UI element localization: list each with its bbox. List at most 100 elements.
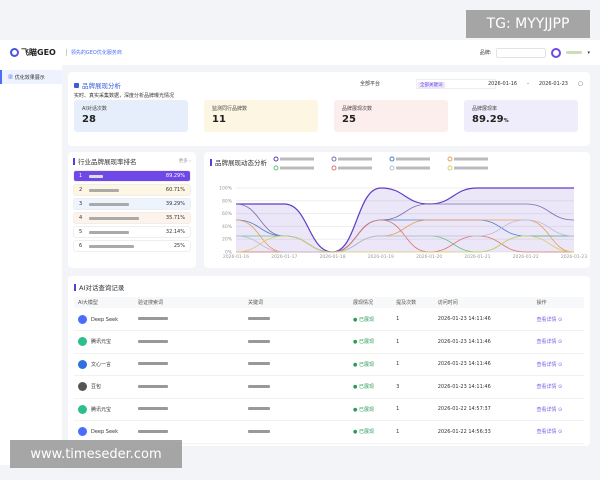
rank-number: 3 (79, 201, 83, 207)
calendar-icon[interactable]: ▢ (578, 81, 583, 87)
y-tick-label: 20% (222, 237, 233, 243)
mention-count: 1 (392, 330, 434, 354)
kpi-card: 品牌展现次数 25 (334, 100, 448, 132)
table-row: 腾讯元宝 ● 已展现 1 2026-01-22 14:57:37 查看详情 ⊙ (74, 398, 584, 421)
keyword (248, 317, 270, 320)
x-tick-label: 2026-01-22 (513, 254, 539, 260)
column-header: 提及次数 (392, 297, 434, 308)
rank-percent: 60.71% (165, 187, 185, 193)
search-term (138, 362, 168, 366)
brand-label: 品牌: (479, 50, 492, 56)
rank-percent: 35.71% (165, 215, 185, 221)
ranking-row[interactable]: 4 35.71% (73, 212, 191, 224)
search-term (138, 317, 168, 320)
mention-count: 1 (392, 420, 434, 444)
search-term (138, 429, 168, 433)
legend-label[interactable] (396, 166, 430, 170)
ranking-row[interactable]: 1 89.29% (73, 170, 191, 182)
legend-label[interactable] (396, 157, 430, 161)
kpi-card: 监测同行品牌数 11 (204, 100, 318, 132)
table-row: Deep Seek ● 已展现 1 2026-01-23 14:11:46 查看详情 ⊙ (74, 308, 584, 331)
status-badge: ● 已展现 (349, 375, 393, 399)
avatar[interactable] (551, 47, 562, 58)
records-table: AI大模型 验证搜索词 关键词 展现情况 提及次数 访问时间 操作 Deep Seek ● 已展… (74, 297, 584, 444)
view-details-link[interactable]: 查看详情 ⊙ (532, 353, 584, 376)
header-subtitle: 领先的GEO优化服务商 (65, 49, 122, 56)
model-name: 腾讯元宝 (91, 406, 112, 413)
legend-marker[interactable] (447, 165, 453, 171)
view-details-link[interactable]: 查看详情 ⊙ (532, 420, 584, 444)
model-logo-icon (78, 359, 87, 369)
kpi-value: 89.29 (472, 114, 504, 125)
legend-marker[interactable] (331, 165, 337, 171)
keyword-tag[interactable]: 全部关键词 (418, 82, 445, 89)
status-badge: ● 已展现 (349, 330, 393, 354)
legend-label[interactable] (338, 166, 372, 170)
chart-title: 品牌展现动态分析 (215, 159, 267, 167)
sidebar: ▥ 优化效果展示 (0, 65, 62, 465)
logo: 飞瞄GEO (10, 47, 56, 58)
status-badge: ● 已展现 (349, 353, 393, 376)
view-details-link[interactable]: 查看详情 ⊙ (532, 308, 584, 331)
y-tick-label: 40% (222, 224, 233, 230)
mention-count: 1 (392, 398, 434, 421)
model-name: Deep Seek (91, 429, 118, 436)
view-details-link[interactable]: 查看详情 ⊙ (532, 375, 584, 399)
legend-label[interactable] (454, 166, 488, 170)
column-header: 访问时间 (433, 297, 533, 308)
table-row: 腾讯元宝 ● 已展现 1 2026-01-23 14:11:46 查看详情 ⊙ (74, 330, 584, 354)
x-tick-label: 2026-01-16 (223, 254, 249, 260)
records-card: AI对话查询记录 AI大模型 验证搜索词 关键词 展现情况 提及次数 访问时间 操作 Deep… (68, 276, 590, 446)
legend-marker[interactable] (389, 165, 395, 171)
more-link[interactable]: 更多 › (179, 158, 191, 164)
visit-time: 2026-01-22 14:57:37 (433, 398, 533, 421)
legend-marker[interactable] (389, 156, 395, 162)
ranking-row[interactable]: 5 32.14% (73, 226, 191, 238)
legend-label[interactable] (454, 157, 488, 161)
legend-marker[interactable] (447, 156, 453, 162)
view-details-link[interactable]: 查看详情 ⊙ (532, 330, 584, 354)
keyword (248, 384, 270, 388)
date-start[interactable]: 2026-01-16 (488, 81, 517, 87)
overview-desc: 实时、真实采集数据，深度分析品牌曝光情况 (74, 93, 175, 99)
date-end[interactable]: 2026-01-23 (539, 81, 568, 87)
legend-marker[interactable] (273, 156, 279, 162)
ranking-row[interactable]: 6 25% (73, 240, 191, 252)
user-name[interactable] (566, 51, 583, 54)
overview-card: 品牌展现分析 实时、真实采集数据，深度分析品牌曝光情况 全部平台 全部关键词 2… (68, 72, 590, 146)
status-badge: ● 已展现 (349, 398, 393, 421)
ranking-row[interactable]: 2 60.71% (73, 184, 191, 196)
column-header: AI大模型 (74, 297, 134, 308)
platform-select[interactable]: 全部平台 (356, 79, 406, 89)
brand-select[interactable] (496, 47, 547, 58)
status-badge: ● 已展现 (349, 420, 393, 444)
model-logo-icon (78, 382, 87, 392)
search-term (138, 339, 168, 343)
table-row: 豆包 ● 已展现 3 2026-01-23 14:11:46 查看详情 ⊙ (74, 375, 584, 399)
legend-label[interactable] (280, 166, 314, 170)
x-tick-label: 2026-01-17 (271, 254, 297, 260)
brand-name (89, 230, 129, 234)
rank-number: 1 (79, 173, 83, 179)
legend-marker[interactable] (331, 156, 337, 162)
chevron-down-icon[interactable]: ▾ (587, 50, 590, 56)
legend-label[interactable] (338, 157, 372, 161)
view-details-link[interactable]: 查看详情 ⊙ (532, 398, 584, 421)
model-name: 豆包 (91, 384, 102, 391)
legend-marker[interactable] (273, 165, 279, 171)
ranking-card: 行业品牌展现率排名 更多 › 1 89.29% 2 60.71% 3 39.29% 4 35.7… (68, 152, 196, 268)
kpi-card: 品牌展现率 89.29% (464, 100, 578, 132)
ranking-row[interactable]: 3 39.29% (73, 198, 191, 210)
sidebar-item-optimization[interactable]: ▥ 优化效果展示 (0, 70, 62, 84)
y-tick-label: 80% (222, 198, 233, 204)
x-tick-label: 2026-01-21 (464, 254, 490, 260)
rank-number: 2 (79, 187, 83, 193)
model-name: 文心一言 (91, 361, 112, 368)
x-tick-label: 2026-01-18 (319, 254, 345, 260)
y-tick-label: 60% (222, 211, 233, 217)
rank-number: 6 (79, 243, 83, 249)
model-logo-icon (78, 427, 87, 437)
model-name: Deep Seek (91, 316, 118, 323)
legend-label[interactable] (280, 157, 314, 161)
rank-percent: 32.14% (165, 229, 185, 235)
